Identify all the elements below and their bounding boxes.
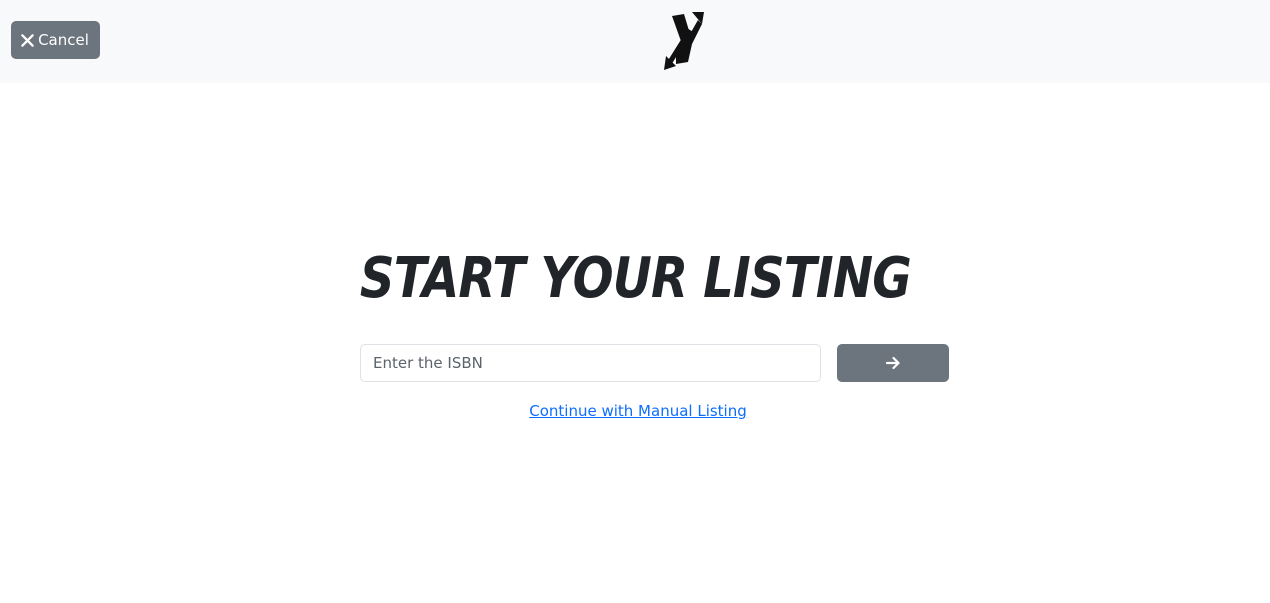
page-title: START YOUR LISTING <box>359 246 912 311</box>
cancel-button[interactable]: Cancel <box>11 21 100 59</box>
top-navbar: Cancel <box>0 0 1270 83</box>
cancel-label: Cancel <box>38 31 89 49</box>
isbn-input[interactable] <box>360 344 821 382</box>
arrow-right-icon <box>885 356 900 370</box>
close-icon <box>21 33 34 47</box>
logo-icon <box>664 12 704 70</box>
submit-isbn-button[interactable] <box>837 344 949 382</box>
manual-listing-link[interactable]: Continue with Manual Listing <box>0 401 1270 421</box>
